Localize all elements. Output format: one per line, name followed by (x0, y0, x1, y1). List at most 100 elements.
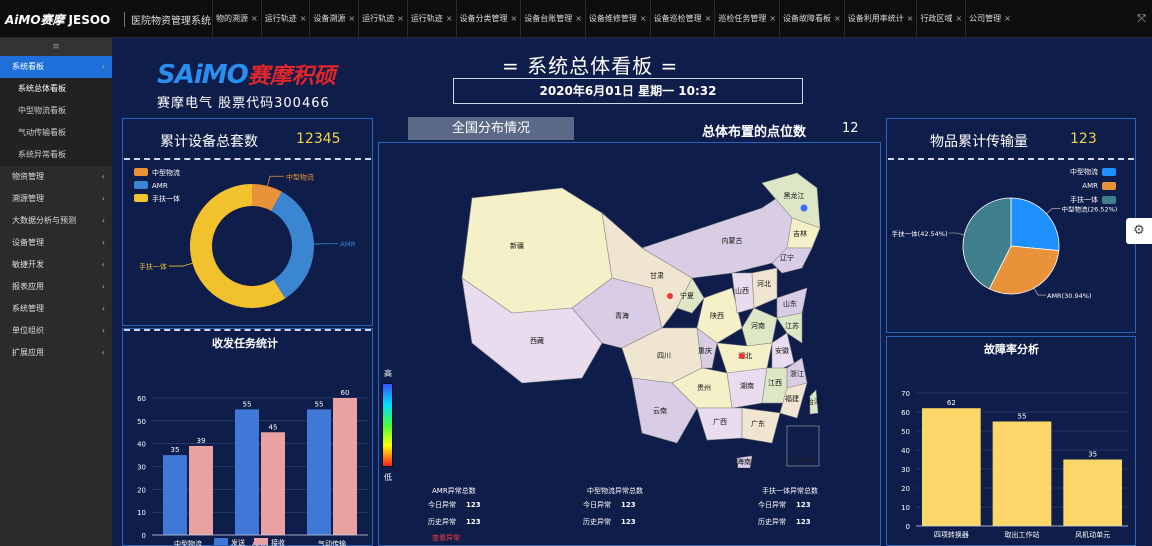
top-bar: AiMO赛摩 JESOO 医院物资管理系统 物的溯源 × 运行轨迹 × 设备溯源 × 运行轨迹… (0, 0, 1152, 38)
legend-label: AMR (152, 182, 168, 190)
location-dot (667, 293, 673, 299)
datetime-display: 2020年6月01日 星期一 10:32 (453, 78, 803, 104)
settings-icon[interactable]: ⚙ (1126, 218, 1152, 244)
province-label: 吉林 (793, 229, 807, 238)
tab-label: 运行轨迹 (362, 14, 395, 23)
tab-2[interactable]: 设备溯源 × (309, 0, 358, 38)
sidebar-item-label: 系统管理 (12, 304, 44, 313)
sidebar-item-2[interactable]: 溯源管理 ‹ (0, 188, 112, 210)
sidebar-item-label: 单位组织 (12, 326, 44, 335)
menu-collapse-icon[interactable]: ≡ (0, 38, 112, 56)
sidebar-item-0[interactable]: 系统看板 ‹ (0, 56, 112, 78)
tab-close-icon[interactable]: × (1004, 14, 1011, 23)
sidebar-item-1[interactable]: 物资管理 ‹ (0, 166, 112, 188)
view-exception-link[interactable]: 查看异常 (432, 533, 460, 543)
tab-10[interactable]: 设备故障看板 × (779, 0, 844, 38)
fault-title: 故障率分析 (984, 343, 1039, 356)
legend-label: AMR (1082, 182, 1098, 190)
tab-close-icon[interactable]: × (955, 14, 962, 23)
task-stats-title: 收发任务统计 (212, 337, 278, 350)
tab-11[interactable]: 设备利用率统计 × (843, 0, 917, 38)
tab-3[interactable]: 运行轨迹 × (358, 0, 407, 38)
sidebar-item-7[interactable]: 系统管理 ‹ (0, 298, 112, 320)
tab-close-icon[interactable]: × (397, 14, 404, 23)
stat-today-value: 123 (621, 501, 636, 509)
bar-value: 35 (1088, 451, 1097, 459)
province-label: 台湾 (807, 397, 821, 406)
sidebar-item-label: 溯源管理 (12, 194, 44, 203)
x-tick: 风机动单元 (1075, 530, 1110, 539)
bar-value: 45 (269, 423, 278, 431)
tab-9[interactable]: 巡检任务管理 × (714, 0, 779, 38)
sidebar-item-6[interactable]: 报表应用 ‹ (0, 276, 112, 298)
tab-close-icon[interactable]: × (511, 14, 518, 23)
tab-close-icon[interactable]: × (769, 14, 776, 23)
bar-接收-1 (261, 432, 285, 535)
tab-national-distribution[interactable]: 全国分布情况 (408, 117, 574, 140)
sidebar-item-3[interactable]: 大数据分析与预测 ‹ (0, 210, 112, 232)
tab-bar: 物的溯源 × 运行轨迹 × 设备溯源 × 运行轨迹 × 运行轨迹 × 设备分类管理 × 设备台账管理 × 设… (212, 0, 1122, 38)
pie-leader (948, 232, 965, 236)
legend-swatch (214, 538, 228, 545)
tab-close-icon[interactable]: × (300, 14, 307, 23)
legend-swatch (1102, 182, 1116, 190)
tab-close-icon[interactable]: × (705, 14, 712, 23)
province-label: 辽宁 (780, 253, 794, 262)
tab-close-icon[interactable]: × (834, 14, 841, 23)
bar-value: 55 (243, 400, 252, 408)
pie-leader (1046, 208, 1061, 214)
tab-12[interactable]: 行政区域 × (916, 0, 965, 38)
tab-close-icon[interactable]: × (907, 14, 914, 23)
tab-close-icon[interactable]: × (251, 14, 258, 23)
stat-today-label: 今日异常 (428, 501, 456, 509)
sidebar-subitem-1[interactable]: 中型物流看板 (0, 100, 112, 122)
tab-7[interactable]: 设备维修管理 × (584, 0, 650, 38)
province-label: 广东 (751, 419, 765, 428)
x-tick: 气动传输 (318, 539, 346, 546)
sidebar-subitem-0[interactable]: 系统总体看板 (0, 78, 112, 100)
tab-label: 设备故障看板 (783, 14, 832, 23)
donut-label: 手扶一体 (139, 262, 167, 271)
sidebar-subitem-3[interactable]: 系统异常看板 (0, 144, 112, 166)
y-tick: 60 (901, 409, 910, 417)
tab-6[interactable]: 设备台账管理 × (520, 0, 585, 38)
province-label: 河北 (757, 280, 771, 288)
tab-5[interactable]: 设备分类管理 × (455, 0, 521, 38)
tab-label: 物的溯源 (216, 14, 248, 23)
fullscreen-icon[interactable]: ⤧ (1137, 12, 1146, 26)
bar-value: 39 (197, 437, 206, 445)
pie-label: 中型物流(26.52%) (1061, 204, 1117, 213)
y-tick: 40 (137, 441, 146, 449)
sidebar-item-8[interactable]: 单位组织 ‹ (0, 320, 112, 342)
chevron-icon: ‹ (101, 348, 105, 357)
chevron-icon: ‹ (101, 282, 105, 291)
stat-title: 手扶一体异常总数 (762, 487, 818, 495)
tab-close-icon[interactable]: × (446, 14, 453, 23)
tab-4[interactable]: 运行轨迹 × (406, 0, 456, 38)
sidebar-item-label: 设备管理 (12, 238, 44, 247)
stat-history: 历史异常 123 (428, 517, 481, 527)
tab-close-icon[interactable]: × (575, 14, 582, 23)
tab-label: 行政区域 (920, 14, 953, 23)
province-label: 重庆 (698, 346, 712, 355)
legend-swatch (134, 194, 148, 202)
tab-1[interactable]: 运行轨迹 × (260, 0, 310, 38)
sidebar-item-4[interactable]: 设备管理 ‹ (0, 232, 112, 254)
bar-接收-2 (333, 398, 357, 535)
tab-close-icon[interactable]: × (348, 14, 355, 23)
province-label: 西藏 (530, 336, 544, 345)
tab-close-icon[interactable]: × (640, 14, 647, 23)
tab-8[interactable]: 设备巡检管理 × (649, 0, 715, 38)
sidebar-item-5[interactable]: 敏捷开发 ‹ (0, 254, 112, 276)
tab-13[interactable]: 公司管理 × (965, 0, 1014, 38)
donut-leader (168, 262, 193, 267)
sidebar: ≡ 系统看板 ‹ 系统总体看板 中型物流看板 气动传输看板 系统异常看板 物资管理 ‹ 溯源管理… (0, 38, 112, 546)
stat-title: AMR异常总数 (432, 487, 476, 495)
tab-0[interactable]: 物的溯源 × (212, 0, 261, 38)
app-logo[interactable]: AiMO赛摩 JESOO (5, 11, 110, 28)
legend-label: 中型物流 (1070, 167, 1098, 176)
sidebar-item-9[interactable]: 扩展应用 ‹ (0, 342, 112, 364)
sidebar-subitem-2[interactable]: 气动传输看板 (0, 122, 112, 144)
legend-label: 手扶一体 (1070, 195, 1098, 204)
china-map[interactable]: 新疆西藏青海甘肃内蒙古黑龙江吉林辽宁宁夏陕西山西河北山东河南四川重庆湖北安徽江苏… (442, 168, 822, 468)
